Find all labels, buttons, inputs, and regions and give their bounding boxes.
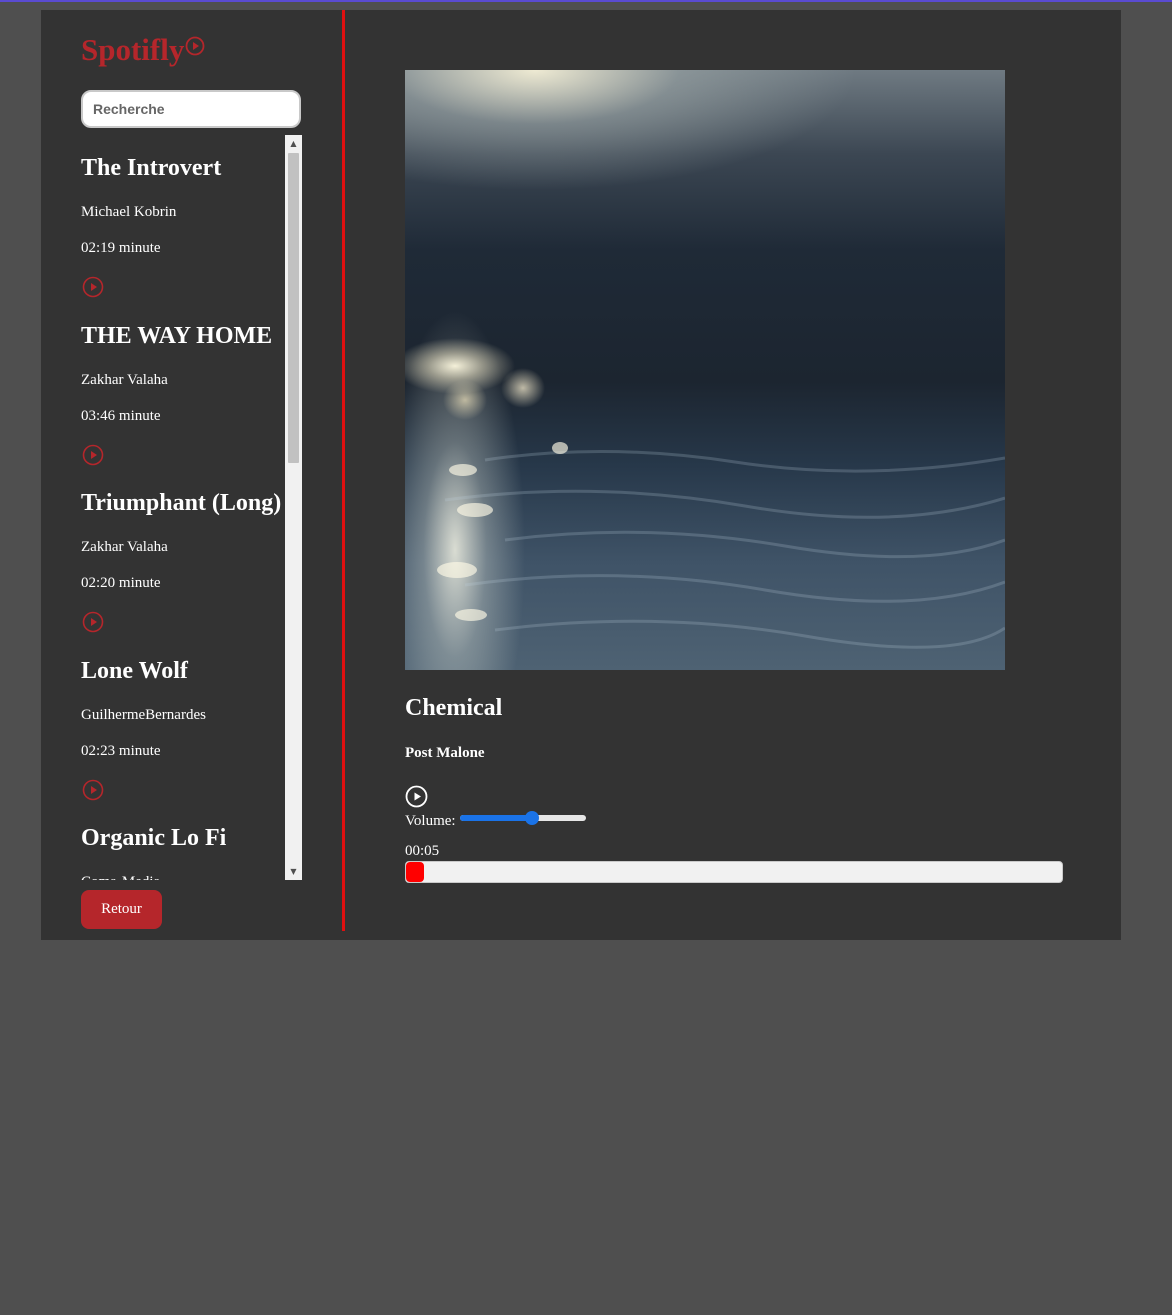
play-circle-icon[interactable] [405,785,428,808]
track-artist: Michael Kobrin [81,204,177,220]
track-item: Organic Lo Fi Coma-Media [81,805,302,880]
player: Chemical Post Malone Volume: 00:05 [405,10,1121,940]
track-duration: 02:23 minute [81,742,161,759]
track-list: The Introvert Michael Kobrin 02:19 minut… [81,135,302,880]
sidebar-divider [342,10,345,931]
now-playing-artist: Post Malone [405,745,485,761]
scroll-thumb[interactable] [288,153,299,463]
top-border [0,0,1172,2]
play-circle-icon[interactable] [82,444,104,466]
app-container: Spotifly The Introvert Michael Kobrin 02… [41,10,1121,940]
search-input[interactable] [81,90,301,128]
volume-thumb[interactable] [524,811,539,825]
volume-fill [460,815,532,821]
play-circle-icon[interactable] [82,611,104,633]
track-list-scrollbar[interactable]: ▲ ▼ [285,135,302,880]
track-item: The Introvert Michael Kobrin 02:19 minut… [81,135,302,303]
track-title: The Introvert [81,155,222,181]
play-circle-icon [185,36,205,56]
back-button[interactable]: Retour [81,890,162,929]
track-item: THE WAY HOME Zakhar Valaha 03:46 minute [81,303,302,471]
track-duration: 02:19 minute [81,240,161,256]
volume-label: Volume: [405,813,456,829]
track-item: Lone Wolf GuilhermeBernardes 02:23 minut… [81,638,302,806]
track-artist: Coma-Media [81,872,160,880]
album-cover-image [405,70,1005,670]
water-ripples [437,442,1005,649]
track-title: THE WAY HOME [81,322,273,349]
track-title: Lone Wolf [81,657,188,684]
current-time: 00:05 [405,843,440,859]
track-duration: 03:46 minute [81,407,161,424]
volume-slider[interactable] [460,811,586,825]
app-logo-text: Spotifly [81,32,185,67]
now-playing-title: Chemical [405,695,503,721]
app-logo: Spotifly [81,30,205,70]
progress-fill [406,862,424,882]
track-item: Triumphant (Long) Zakhar Valaha 02:20 mi… [81,470,302,638]
track-title: Organic Lo Fi [81,825,227,851]
track-artist: Zakhar Valaha [81,371,168,388]
progress-bar[interactable] [405,861,1063,883]
scroll-down-arrow-icon[interactable]: ▼ [285,863,302,880]
track-title: Triumphant (Long) [81,490,282,516]
play-circle-icon[interactable] [82,779,104,801]
sidebar: Spotifly The Introvert Michael Kobrin 02… [41,10,343,940]
scroll-up-arrow-icon[interactable]: ▲ [285,135,302,152]
track-artist: GuilhermeBernardes [81,706,206,723]
track-artist: Zakhar Valaha [81,539,168,555]
track-duration: 02:20 minute [81,575,161,591]
play-circle-icon[interactable] [82,276,104,298]
